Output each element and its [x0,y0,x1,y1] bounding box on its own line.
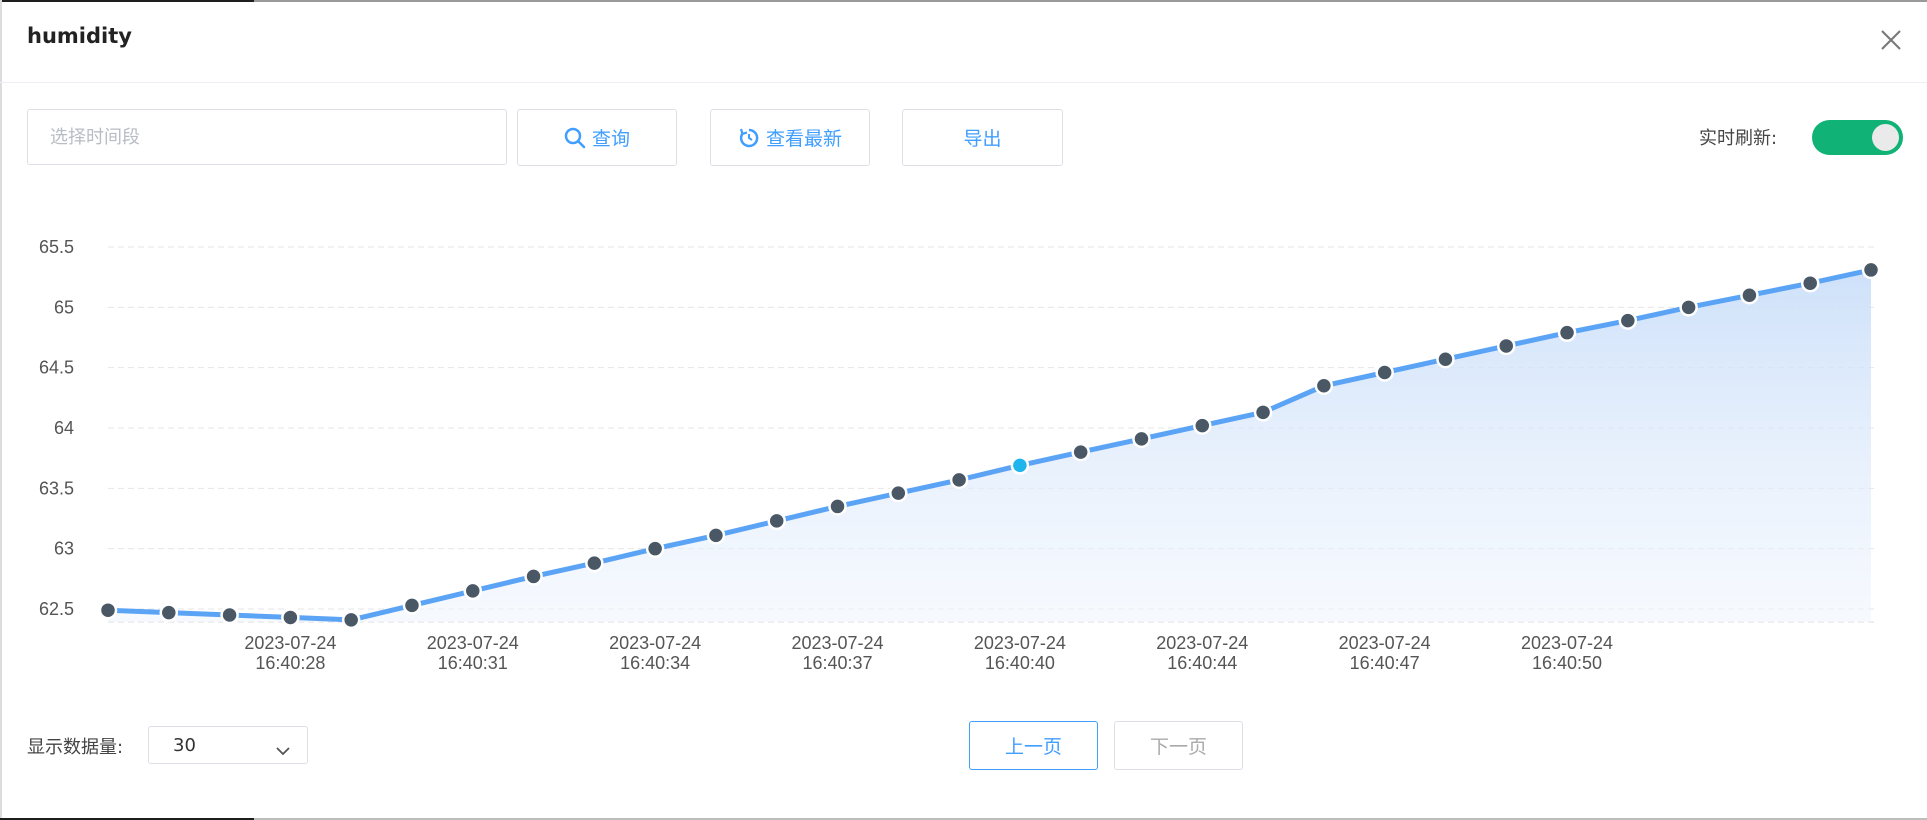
data-point[interactable] [1314,376,1334,396]
x-tick-label: 2023-07-24 16:40:47 [1339,633,1431,673]
data-point[interactable] [1861,260,1881,280]
search-icon [564,127,586,149]
data-point[interactable] [1618,311,1638,330]
x-tick-label: 2023-07-24 16:40:44 [1156,633,1248,673]
close-icon[interactable] [1877,26,1905,54]
data-point[interactable] [1800,273,1820,293]
y-tick-label: 65 [54,297,74,317]
data-point[interactable] [889,483,908,503]
x-tick-label: 2023-07-24 16:40:37 [791,633,883,673]
toggle-knob [1872,124,1899,151]
prev-page-label: 上一页 [1004,736,1062,758]
data-point[interactable] [524,567,543,586]
y-tick-label: 64.5 [39,358,74,378]
data-point[interactable] [402,596,422,615]
humidity-line-chart: 65.5 65 64.5 64 63.5 63 62.5 2023-07-24 16:40:2… [39,237,1881,673]
x-tick-label: 2023-07-24 16:40:50 [1521,633,1613,673]
chevron-down-icon [275,740,291,761]
data-point[interactable] [828,497,847,516]
dialog-header: humidity [0,0,1927,83]
display-count-label: 显示数据量: [27,737,124,758]
data-point[interactable] [1193,416,1212,435]
data-point[interactable] [585,553,604,573]
export-button[interactable]: 导出 [902,109,1063,166]
data-point[interactable] [1436,349,1455,369]
data-point[interactable] [1375,363,1394,382]
y-tick-label: 64 [54,418,74,438]
data-point[interactable] [1557,323,1577,342]
data-point[interactable] [1071,442,1090,462]
time-range-input[interactable] [27,109,507,165]
dialog-title: humidity [27,24,132,48]
data-point[interactable] [98,600,118,620]
data-point[interactable] [281,608,300,627]
prev-page-button[interactable]: 上一页 [969,721,1098,770]
data-point[interactable] [1679,298,1698,317]
x-tick-label: 2023-07-24 16:40:31 [427,633,519,673]
query-button-label: 查询 [591,128,630,150]
y-tick-label: 63.5 [39,478,74,498]
next-page-button[interactable]: 下一页 [1114,721,1243,770]
data-point[interactable] [1253,403,1273,422]
data-point[interactable] [1132,429,1151,449]
y-tick-label: 63 [54,539,74,559]
data-point[interactable] [463,581,483,601]
realtime-refresh-label: 实时刷新: [1699,128,1778,149]
data-point[interactable] [706,526,726,545]
y-tick-label: 62.5 [39,599,74,619]
display-count-select[interactable]: 30 [148,726,308,764]
data-point[interactable] [949,470,969,490]
data-point[interactable] [220,605,239,625]
highlighted-data-point[interactable] [1010,456,1030,475]
x-tick-label: 2023-07-24 16:40:28 [244,633,336,673]
next-page-label: 下一页 [1149,736,1207,758]
view-latest-label: 查看最新 [765,128,842,150]
data-point[interactable] [645,539,665,558]
display-count-value: 30 [173,734,196,756]
data-point[interactable] [767,511,786,531]
data-point[interactable] [341,610,361,630]
export-button-label: 导出 [963,128,1002,150]
query-button[interactable]: 查询 [517,109,677,166]
view-latest-button[interactable]: 查看最新 [710,109,870,166]
y-tick-label: 65.5 [39,237,74,257]
data-point[interactable] [159,603,179,622]
x-tick-label: 2023-07-24 16:40:34 [609,633,701,673]
realtime-refresh-toggle[interactable] [1812,120,1903,155]
x-tick-label: 2023-07-24 16:40:40 [974,633,1066,673]
data-point[interactable] [1496,336,1516,356]
data-point[interactable] [1740,286,1759,305]
refresh-icon [738,127,760,149]
